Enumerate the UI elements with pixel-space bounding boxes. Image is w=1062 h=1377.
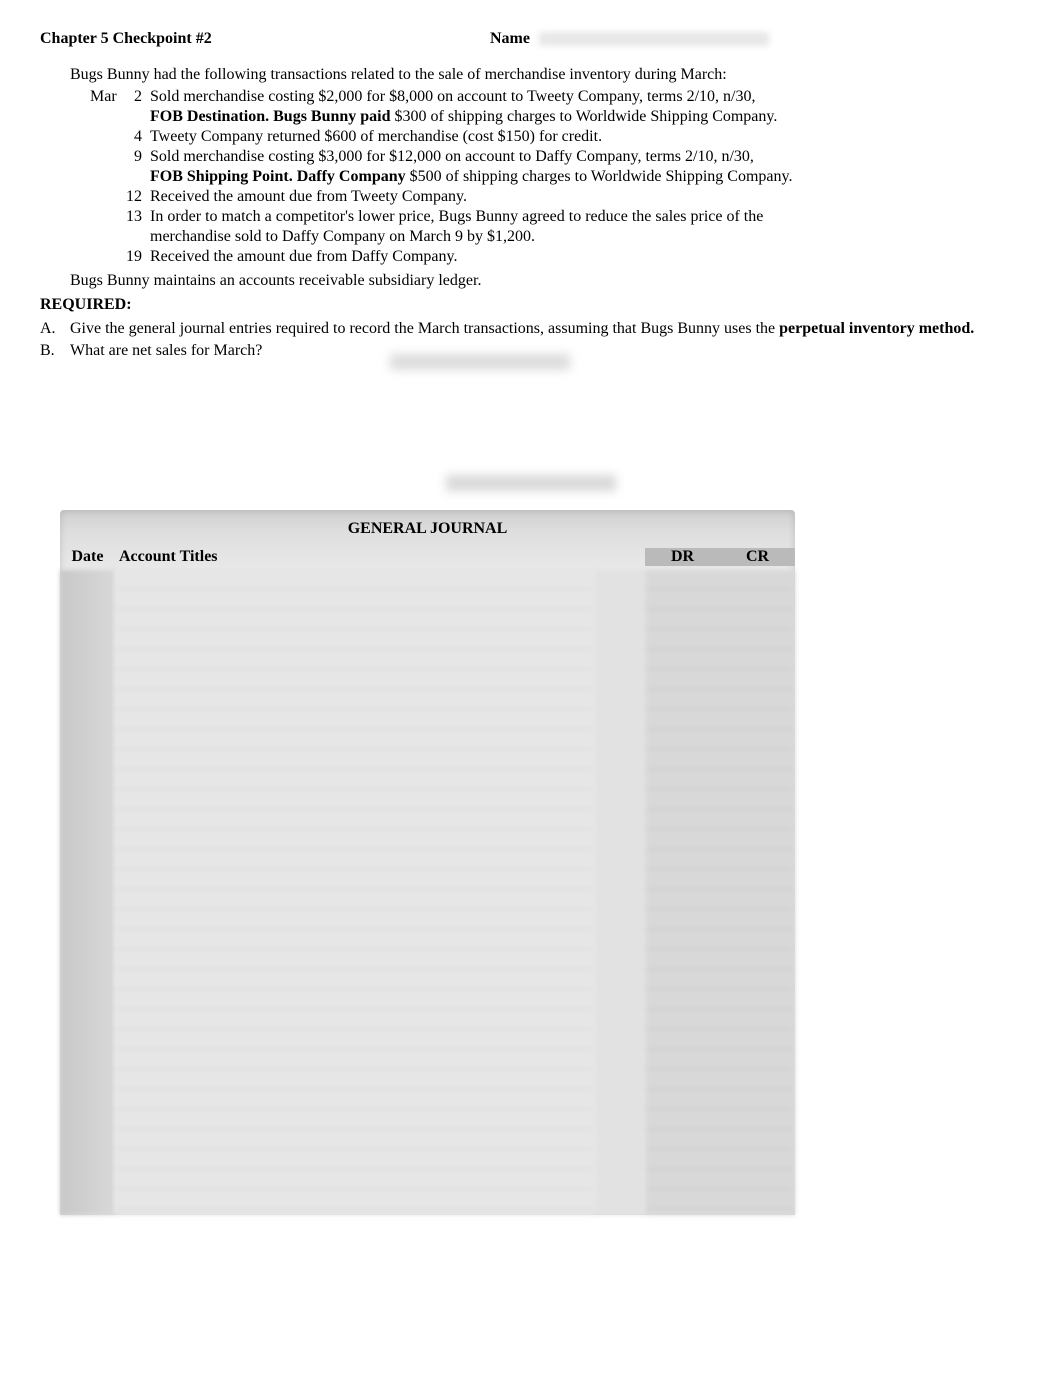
- transaction-month: [90, 128, 125, 146]
- transaction-month: [90, 188, 125, 206]
- transaction-row: 12Received the amount due from Tweety Co…: [90, 188, 1022, 206]
- transaction-day: [125, 168, 150, 186]
- requirement-item: A.Give the general journal entries requi…: [40, 320, 1022, 338]
- transaction-text: merchandise sold to Daffy Company on Mar…: [150, 228, 1022, 246]
- name-label: Name: [490, 30, 769, 48]
- transaction-text: Sold merchandise costing $3,000 for $12,…: [150, 148, 1022, 166]
- transaction-row: FOB Shipping Point. Daffy Company $500 o…: [90, 168, 1022, 186]
- transaction-text: In order to match a competitor's lower p…: [150, 208, 1022, 226]
- transaction-day: [125, 108, 150, 126]
- transaction-row: FOB Destination. Bugs Bunny paid $300 of…: [90, 108, 1022, 126]
- transaction-text: Received the amount due from Daffy Compa…: [150, 248, 1022, 266]
- journal-amount-columns: [645, 570, 795, 1215]
- transaction-row: 19Received the amount due from Daffy Com…: [90, 248, 1022, 266]
- journal-container: GENERAL JOURNAL Date Account Titles DR C…: [40, 510, 1022, 1215]
- transaction-day: 4: [125, 128, 150, 146]
- name-blank: [539, 32, 769, 46]
- required-label: REQUIRED:: [40, 296, 1022, 314]
- journal-account-column: [115, 570, 595, 1215]
- requirement-text: Give the general journal entries require…: [70, 320, 1022, 338]
- transaction-text: FOB Shipping Point. Daffy Company $500 o…: [150, 168, 1022, 186]
- transaction-day: 9: [125, 148, 150, 166]
- blur-strip: [446, 475, 616, 491]
- name-label-text: Name: [490, 30, 530, 47]
- general-journal: GENERAL JOURNAL Date Account Titles DR C…: [60, 510, 795, 1215]
- journal-header-cr: CR: [720, 548, 795, 566]
- journal-title: GENERAL JOURNAL: [60, 510, 795, 544]
- transaction-month: [90, 248, 125, 266]
- transaction-row: 4Tweety Company returned $600 of merchan…: [90, 128, 1022, 146]
- journal-header-account: Account Titles: [115, 548, 645, 566]
- journal-header-row: Date Account Titles DR CR: [60, 544, 795, 570]
- intro-text: Bugs Bunny had the following transaction…: [70, 66, 1022, 84]
- transaction-row: 9Sold merchandise costing $3,000 for $12…: [90, 148, 1022, 166]
- transaction-month: [90, 228, 125, 246]
- transaction-month: [90, 148, 125, 166]
- transaction-day: 2: [125, 88, 150, 106]
- transaction-row: merchandise sold to Daffy Company on Mar…: [90, 228, 1022, 246]
- transactions-list: Mar2Sold merchandise costing $2,000 for …: [90, 88, 1022, 266]
- transaction-month: [90, 108, 125, 126]
- requirement-letter: B.: [40, 342, 70, 360]
- transaction-row: 13In order to match a competitor's lower…: [90, 208, 1022, 226]
- chapter-title: Chapter 5 Checkpoint #2: [40, 30, 490, 48]
- subsidiary-ledger-text: Bugs Bunny maintains an accounts receiva…: [70, 272, 1022, 290]
- transaction-text: FOB Destination. Bugs Bunny paid $300 of…: [150, 108, 1022, 126]
- transaction-row: Mar2Sold merchandise costing $2,000 for …: [90, 88, 1022, 106]
- journal-body: [60, 570, 795, 1215]
- transaction-text: Tweety Company returned $600 of merchand…: [150, 128, 1022, 146]
- transaction-day: 12: [125, 188, 150, 206]
- transaction-day: 13: [125, 208, 150, 226]
- journal-header-date: Date: [60, 548, 115, 566]
- transaction-text: Received the amount due from Tweety Comp…: [150, 188, 1022, 206]
- blur-region: [390, 354, 570, 370]
- transaction-month: [90, 208, 125, 226]
- journal-gap-column: [595, 570, 645, 1215]
- journal-date-column: [60, 570, 115, 1215]
- transaction-day: 19: [125, 248, 150, 266]
- transaction-text: Sold merchandise costing $2,000 for $8,0…: [150, 88, 1022, 106]
- transaction-month: Mar: [90, 88, 125, 106]
- transaction-month: [90, 168, 125, 186]
- requirement-letter: A.: [40, 320, 70, 338]
- transaction-day: [125, 228, 150, 246]
- header: Chapter 5 Checkpoint #2 Name: [40, 30, 1022, 48]
- journal-header-dr: DR: [645, 548, 720, 566]
